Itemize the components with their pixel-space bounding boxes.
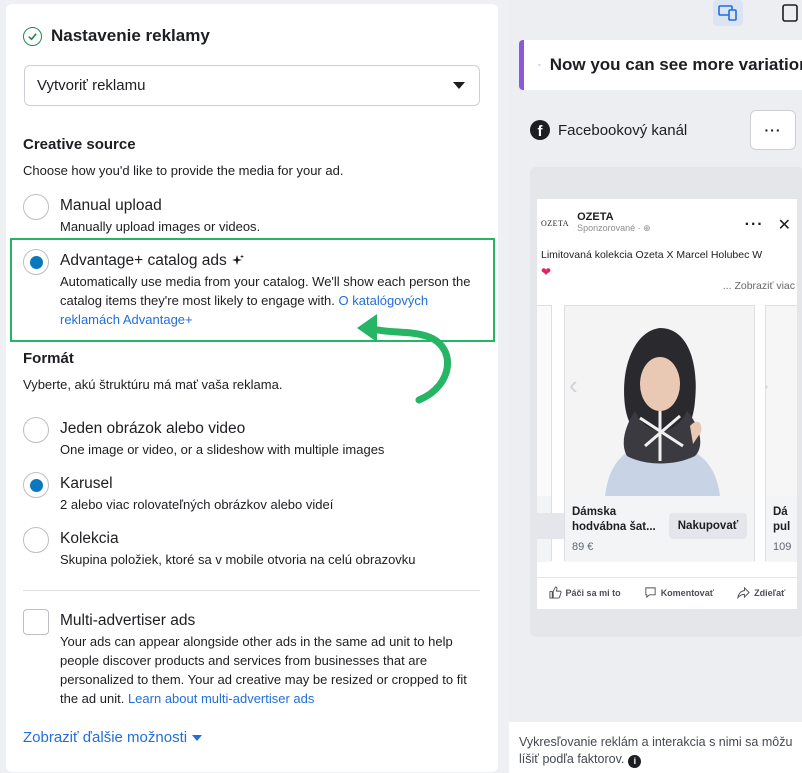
product-info: Dámska hodvábna šat... 89 € Nakupovať <box>565 496 754 562</box>
option-title: Karusel <box>60 475 113 492</box>
post-reactions-bar: Páči sa mi to Komentovať Zdieľať <box>537 577 797 599</box>
variations-banner: Now you can see more variations <box>519 40 802 90</box>
square-icon <box>782 4 798 22</box>
desktop-mobile-toggle-button[interactable] <box>713 0 743 26</box>
see-more-link[interactable]: ... Zobraziť viac <box>723 280 795 292</box>
ad-type-select[interactable]: Vytvoriť reklamu <box>24 65 480 106</box>
share-label: Zdieľať <box>754 587 786 598</box>
option-title: Jeden obrázok alebo video <box>60 420 246 437</box>
comment-label: Komentovať <box>660 587 715 598</box>
ad-type-select-value: Vytvoriť reklamu <box>37 77 146 94</box>
star-icon <box>538 63 541 67</box>
carousel-card[interactable] <box>537 305 571 562</box>
show-more-options-link[interactable]: Zobraziť ďalšie možnosti <box>23 729 203 746</box>
carousel-card[interactable]: › Dá pul 109 <box>765 305 797 562</box>
placement-text: Facebookový kanál <box>558 121 688 139</box>
share-icon <box>737 586 750 599</box>
option-single-image[interactable]: Jeden obrázok alebo video One image or v… <box>23 417 483 459</box>
multi-advertiser-checkbox[interactable] <box>23 609 49 635</box>
brand-name: OZETA <box>577 211 614 223</box>
radio-button-selected[interactable] <box>23 472 49 498</box>
product-name: Dá pul <box>773 506 791 533</box>
option-carousel[interactable]: Karusel 2 alebo viac rolovateľných obráz… <box>23 472 483 514</box>
like-button[interactable]: Páči sa mi to <box>549 586 621 599</box>
placement-label: f Facebookový kanál <box>530 120 687 140</box>
section-header: Nastavenie reklamy <box>23 26 210 46</box>
chevron-down-icon <box>192 734 203 741</box>
multi-advertiser-option[interactable]: Multi-advertiser ads Your ads can appear… <box>23 609 483 708</box>
facebook-icon: f <box>530 120 550 140</box>
chevron-left-icon[interactable]: ‹ <box>569 370 578 401</box>
chevron-right-icon[interactable]: › <box>766 370 769 401</box>
multi-advertiser-link[interactable]: Learn about multi-advertiser ads <box>128 691 314 706</box>
show-more-label: Zobraziť ďalšie možnosti <box>23 729 188 746</box>
post-caption: Limitovaná kolekcia Ozeta X Marcel Holub… <box>541 249 763 261</box>
close-icon[interactable]: ✕ <box>778 215 791 235</box>
radio-button[interactable] <box>23 417 49 443</box>
product-image: ‹ <box>565 306 754 496</box>
carousel-card[interactable]: ‹ Dámska hodvábna šat... 89 € Nakupovať <box>564 305 755 562</box>
post-header: OZETA OZETA Sponzorované · ⊕ <box>541 211 651 234</box>
ad-post: OZETA OZETA Sponzorované · ⊕ ··· ✕ Limit… <box>537 199 797 609</box>
option-title: Manual upload <box>60 197 162 214</box>
ad-preview-panel: Now you can see more variations f Facebo… <box>509 0 802 773</box>
fullscreen-preview-button[interactable] <box>775 0 802 26</box>
product-price: 89 € <box>572 541 594 553</box>
option-desc: 2 alebo viac rolovateľných obrázkov aleb… <box>60 497 334 512</box>
format-heading: Formát <box>23 350 74 367</box>
caret-down-icon <box>453 82 465 89</box>
comment-icon <box>645 587 656 599</box>
disclaimer-text: Vykresľovanie reklám a interakcia s nimi… <box>519 735 793 766</box>
option-desc: Skupina položiek, ktoré sa v mobile otvo… <box>60 552 416 567</box>
format-subtitle: Vyberte, akú štruktúru má mať vaša rekla… <box>23 377 283 392</box>
comment-button[interactable]: Komentovať <box>644 586 714 599</box>
check-circle-icon <box>23 26 42 46</box>
divider <box>23 590 480 591</box>
radio-button[interactable] <box>23 527 49 553</box>
creative-source-heading: Creative source <box>23 136 136 153</box>
option-desc: One image or video, or a slideshow with … <box>60 442 385 457</box>
creative-source-subtitle: Choose how you'd like to provide the med… <box>23 163 344 178</box>
info-icon[interactable]: i <box>628 755 642 768</box>
radio-button[interactable] <box>23 194 49 220</box>
brand-logo: OZETA <box>541 219 570 228</box>
product-price: 109 <box>773 541 792 553</box>
option-collection[interactable]: Kolekcia Skupina položiek, ktoré sa v mo… <box>23 527 483 569</box>
option-title: Kolekcia <box>60 530 119 547</box>
green-arrow-annotation <box>357 314 452 404</box>
devices-icon <box>718 5 737 21</box>
banner-text: Now you can see more variations <box>549 55 802 74</box>
option-title: Advantage+ catalog ads <box>60 252 227 269</box>
section-title: Nastavenie reklamy <box>51 26 210 45</box>
radio-button-selected[interactable] <box>23 249 49 275</box>
product-carousel[interactable]: ‹ Dámska hodvábna šat... 89 € Nakupovať … <box>537 305 797 565</box>
sparkle-icon <box>231 254 244 265</box>
more-dots-icon[interactable]: ··· <box>745 216 764 234</box>
option-title: Multi-advertiser ads <box>60 612 196 629</box>
ad-setup-panel: Nastavenie reklamy Vytvoriť reklamu Crea… <box>6 4 498 772</box>
more-options-button[interactable]: ··· <box>750 110 796 150</box>
product-name: Dámska hodvábna šat... <box>572 506 656 533</box>
shop-now-button[interactable]: Nakupovať <box>669 513 747 539</box>
like-label: Páči sa mi to <box>565 587 621 598</box>
option-desc: Manually upload images or videos. <box>60 219 261 234</box>
preview-disclaimer: Vykresľovanie reklám a interakcia s nimi… <box>509 722 802 773</box>
sponsored-label: Sponzorované · ⊕ <box>577 223 651 233</box>
phone-preview-frame: OZETA OZETA Sponzorované · ⊕ ··· ✕ Limit… <box>530 167 802 637</box>
share-button[interactable]: Zdieľať <box>737 586 785 599</box>
thumbs-up-icon <box>549 586 562 599</box>
option-manual-upload[interactable]: Manual upload Manually upload images or … <box>23 194 483 236</box>
heart-icon: ❤ <box>541 265 552 279</box>
